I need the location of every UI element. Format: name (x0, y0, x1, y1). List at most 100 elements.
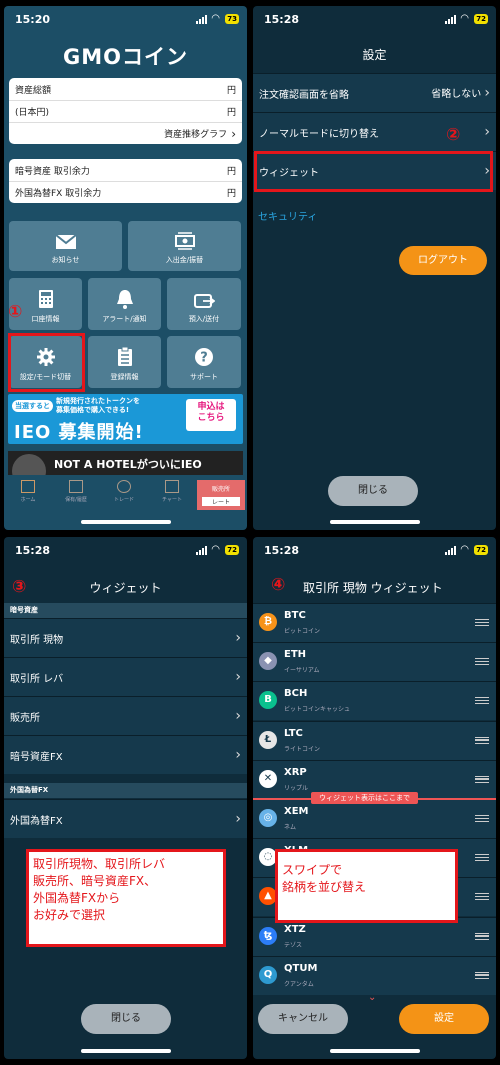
widget-option-leverage[interactable]: 取引所 レバ › (4, 657, 247, 696)
tab-label: ホーム (20, 497, 36, 503)
drag-handle-icon[interactable] (475, 932, 489, 940)
tab-trade[interactable]: トレード (100, 480, 148, 510)
chevron-right-icon: › (235, 669, 241, 685)
coin-symbol: XEM (284, 806, 309, 817)
drag-handle-icon[interactable] (475, 854, 489, 862)
cancel-button[interactable]: キャンセル (258, 1004, 348, 1034)
coin-row-btc[interactable]: ₿ BTC ビットコイン (253, 603, 496, 642)
asset-graph-link[interactable]: 資産推移グラフ (164, 127, 227, 140)
total-assets-label: 資産総額 (15, 85, 52, 96)
tab-holdings[interactable]: 保有/履歴 (52, 480, 100, 510)
tile-deposit[interactable]: 入出金/振替 (128, 221, 241, 271)
widget-option-fx[interactable]: 外国為替FX › (4, 799, 247, 838)
drag-handle-icon[interactable] (475, 971, 489, 979)
drag-handle-icon[interactable] (475, 815, 489, 822)
drag-handle-icon[interactable] (475, 893, 489, 901)
wifi-icon: ◠ (211, 13, 220, 24)
row-label: ノーマルモードに切り替え (259, 128, 379, 140)
home-indicator (80, 1049, 171, 1053)
status-bar: 15:28 ◠ 72 (4, 537, 247, 565)
scroll-down-icon: ⌄ (368, 992, 377, 1003)
coin-row-ltc[interactable]: Ł LTC ライトコイン (253, 720, 496, 760)
battery-icon: 72 (225, 545, 239, 555)
coin-row-qtum[interactable]: Q QTUM クアンタム (253, 955, 496, 995)
crypto-margin-label: 暗号資産 取引余力 (15, 166, 90, 177)
drag-handle-icon[interactable] (475, 697, 489, 705)
drag-handle-icon[interactable] (475, 658, 489, 666)
coin-name: ビットコインキャッシュ (284, 706, 351, 714)
chart-icon (165, 480, 179, 493)
banner-line2: 募集価格で購入できる! (56, 406, 130, 414)
svg-text:?: ? (200, 351, 208, 366)
widget-coin-list-screen: 15:28 ◠ 72 ④ 取引所 現物 ウィジェット ₿ BTC ビットコイン ◆ ET… (253, 537, 496, 1059)
page-title: 設定 (362, 48, 387, 62)
coin-row-eth[interactable]: ◆ ETH イーサリアム (253, 642, 496, 682)
tile-label: 口座情報 (31, 315, 60, 323)
coin-symbol: BTC (284, 610, 306, 621)
tile-alert[interactable]: アラート/通知 (88, 278, 161, 330)
drag-handle-icon[interactable] (475, 619, 489, 626)
tab-chart[interactable]: チャート (148, 480, 196, 510)
banner-line1: 新規発行されたトークンを (56, 397, 140, 405)
drag-handle-icon[interactable] (475, 736, 489, 744)
tile-notice[interactable]: お知らせ (9, 221, 122, 271)
coin-row-bch[interactable]: B BCH ビットコインキャッシュ (253, 681, 496, 721)
widget-option-spot[interactable]: 取引所 現物 › (4, 618, 247, 657)
drag-handle-icon[interactable] (475, 775, 489, 783)
app-logo: GMOコイン (63, 45, 188, 69)
hotel-banner[interactable]: NOT A HOTELがついにIEO (8, 451, 243, 475)
assets-card[interactable]: 資産総額円 (日本円) 円 資産推移グラフ › (9, 78, 242, 144)
tab-rate[interactable]: 販売所 レート (197, 480, 245, 510)
annotation-note: 取引所現物、取引所レバ 販売所、暗号資産FX、 外国為替FXから お好みで選択 (26, 849, 226, 947)
cta-line2: こちら (197, 413, 225, 423)
highlight-settings (8, 333, 85, 392)
tab-label: 販売所 (211, 486, 230, 493)
note-line: スワイプで (282, 863, 343, 877)
tile-support[interactable]: ? サポート (167, 336, 241, 388)
tile-label: 入出金/振替 (165, 256, 204, 264)
coin-name: イーサリアム (284, 667, 320, 675)
chevron-right-icon: › (235, 708, 241, 724)
ieo-banner[interactable]: 当選すると 新規発行されたトークンを 募集価格で購入できる! IEO 募集開始! … (8, 394, 243, 444)
widget-limit-label: ウィジェット表示はここまで (311, 792, 418, 804)
logout-button[interactable]: ログアウト (399, 246, 487, 275)
total-assets-unit: 円 (226, 85, 236, 96)
widget-option-crypto-fx[interactable]: 暗号資産FX › (4, 735, 247, 774)
setting-skip-confirm[interactable]: 注文確認画面を省略 省略しない › (253, 73, 496, 112)
tab-home[interactable]: ホーム (4, 480, 52, 510)
wifi-icon: ◠ (460, 13, 469, 24)
page-title: 取引所 現物 ウィジェット (303, 581, 443, 595)
banner-cta[interactable]: 申込は こちら (186, 399, 236, 431)
jpy-label: (日本円) (15, 108, 50, 118)
qtum-icon: Q (259, 965, 277, 984)
row-label: 取引所 現物 (10, 634, 64, 646)
status-time: 15:28 (15, 544, 51, 557)
signal-icon (445, 546, 456, 555)
tile-label: お知らせ (51, 256, 80, 264)
status-bar: 15:20 ◠ 73 (4, 6, 247, 34)
eth-icon: ◆ (259, 652, 277, 671)
trade-icon (117, 480, 131, 493)
status-time: 15:28 (264, 544, 300, 557)
xem-icon: ◎ (259, 809, 277, 827)
step-number: ② (446, 125, 461, 145)
close-button[interactable]: 閉じる (81, 1004, 171, 1034)
tile-send[interactable]: 預入/送付 (167, 278, 241, 330)
hotel-banner-text: NOT A HOTELがついにIEO (54, 458, 202, 471)
security-link[interactable]: セキュリティ (258, 208, 317, 223)
signal-icon (445, 15, 456, 24)
tab-label: 保有/履歴 (65, 497, 87, 503)
clipboard-icon (117, 347, 132, 366)
coin-symbol: LTC (284, 727, 303, 739)
coin-row-xem[interactable]: ◎ XEM ネム (253, 799, 496, 838)
close-button[interactable]: 閉じる (328, 476, 418, 506)
group-header-fx: 外国為替FX (4, 783, 247, 798)
coin-symbol: QTUM (284, 962, 318, 974)
tile-registration[interactable]: 登録情報 (88, 336, 161, 388)
widget-option-sales[interactable]: 販売所 › (4, 696, 247, 735)
confirm-button[interactable]: 設定 (399, 1004, 489, 1034)
bch-icon: B (259, 691, 277, 710)
wifi-icon: ◠ (211, 544, 220, 555)
btc-icon: ₿ (259, 613, 277, 631)
chevron-right-icon: › (235, 747, 241, 763)
